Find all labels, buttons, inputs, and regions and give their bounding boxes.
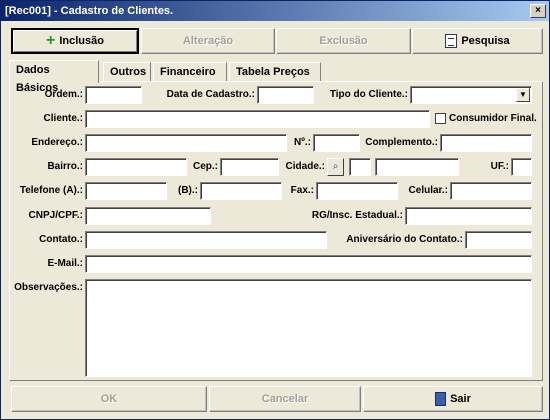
cancelar-button[interactable]: Cancelar xyxy=(209,386,361,412)
endereco-label: Endereço.: xyxy=(31,137,83,148)
celular-field[interactable] xyxy=(450,182,532,200)
observacoes-textarea[interactable] xyxy=(85,279,532,377)
contato-field[interactable] xyxy=(85,231,327,249)
rg-label: RG/Insc. Estadual.: xyxy=(311,210,403,221)
alteracao-button[interactable]: Alteração xyxy=(141,28,275,54)
cidade-code-field[interactable] xyxy=(349,158,371,176)
cidade-name-field[interactable] xyxy=(375,158,459,176)
document-search-icon xyxy=(445,34,458,48)
inclusao-label: Inclusão xyxy=(59,35,104,47)
uf-field[interactable] xyxy=(511,158,532,176)
observacoes-label: Observações.: xyxy=(14,282,83,293)
telefone-a-field[interactable] xyxy=(85,182,167,200)
data-cadastro-label: Data de Cadastro.: xyxy=(166,89,255,100)
rg-field[interactable] xyxy=(405,207,532,225)
telefone-b-label: (B).: xyxy=(178,185,198,196)
tipo-cliente-select[interactable]: ▼ xyxy=(410,86,532,104)
telefone-a-label: Telefone (A).: xyxy=(19,185,83,196)
fax-field[interactable] xyxy=(316,182,398,200)
cidade-label: Cidade.: xyxy=(285,161,325,172)
tab-tabela-precos[interactable]: Tabela Preços xyxy=(229,62,321,82)
cep-label: Cep.: xyxy=(193,161,218,172)
sair-button[interactable]: Sair xyxy=(363,386,543,412)
cnpj-field[interactable] xyxy=(85,207,211,225)
numero-label: Nº.: xyxy=(294,137,311,148)
complemento-label: Complemento.: xyxy=(365,137,438,148)
tipo-cliente-label: Tipo do Cliente.: xyxy=(329,89,408,100)
cancelar-label: Cancelar xyxy=(261,393,309,405)
aniversario-label: Aniversário do Contato.: xyxy=(346,234,463,245)
alteracao-label: Alteração xyxy=(182,35,234,47)
consumidor-final-label: Consumidor Final. xyxy=(449,113,537,124)
aniversario-field[interactable] xyxy=(465,231,532,249)
consumidor-final-checkbox[interactable] xyxy=(435,113,446,124)
endereco-field[interactable] xyxy=(85,134,287,152)
title-bar[interactable]: [Rec001] - Cadastro de Clientes. × xyxy=(1,1,549,21)
search-icon[interactable]: ⌕ xyxy=(327,158,344,176)
exclusao-button[interactable]: Exclusão xyxy=(276,28,411,54)
tab-outros[interactable]: Outros xyxy=(103,62,151,82)
contato-label: Contato.: xyxy=(39,234,83,245)
window-title: [Rec001] - Cadastro de Clientes. xyxy=(5,5,174,17)
cliente-label: Cliente.: xyxy=(43,113,83,124)
celular-label: Celular.: xyxy=(408,185,448,196)
cliente-field[interactable] xyxy=(85,110,430,128)
ok-label: OK xyxy=(100,393,118,405)
complemento-field[interactable] xyxy=(440,134,532,152)
email-field[interactable] xyxy=(85,255,532,273)
ok-button[interactable]: OK xyxy=(11,386,207,412)
cnpj-label: CNPJ/CPF.: xyxy=(28,210,83,221)
plus-icon: + xyxy=(46,32,56,49)
cep-field[interactable] xyxy=(220,158,279,176)
bairro-label: Bairro.: xyxy=(47,161,83,172)
ordem-field[interactable] xyxy=(85,86,142,104)
bairro-field[interactable] xyxy=(85,158,187,176)
data-cadastro-field[interactable] xyxy=(257,86,314,104)
tab-dados-basicos[interactable]: Dados Básicos xyxy=(9,60,99,94)
chevron-down-icon[interactable]: ▼ xyxy=(516,88,530,102)
close-icon[interactable]: × xyxy=(530,4,546,18)
email-label: E-Mail.: xyxy=(47,258,83,269)
fax-label: Fax.: xyxy=(290,185,314,196)
exclusao-label: Exclusão xyxy=(319,35,368,47)
numero-field[interactable] xyxy=(313,134,360,152)
telefone-b-field[interactable] xyxy=(200,182,282,200)
sair-label: Sair xyxy=(450,393,471,405)
pesquisa-button[interactable]: Pesquisa xyxy=(412,28,543,54)
inclusao-button[interactable]: + Inclusão xyxy=(11,28,139,54)
pesquisa-label: Pesquisa xyxy=(461,35,510,47)
uf-label: UF.: xyxy=(490,161,509,172)
exit-door-icon xyxy=(435,392,447,406)
tab-financeiro[interactable]: Financeiro xyxy=(153,62,227,82)
client-registration-window: [Rec001] - Cadastro de Clientes. × + Inc… xyxy=(0,0,550,420)
